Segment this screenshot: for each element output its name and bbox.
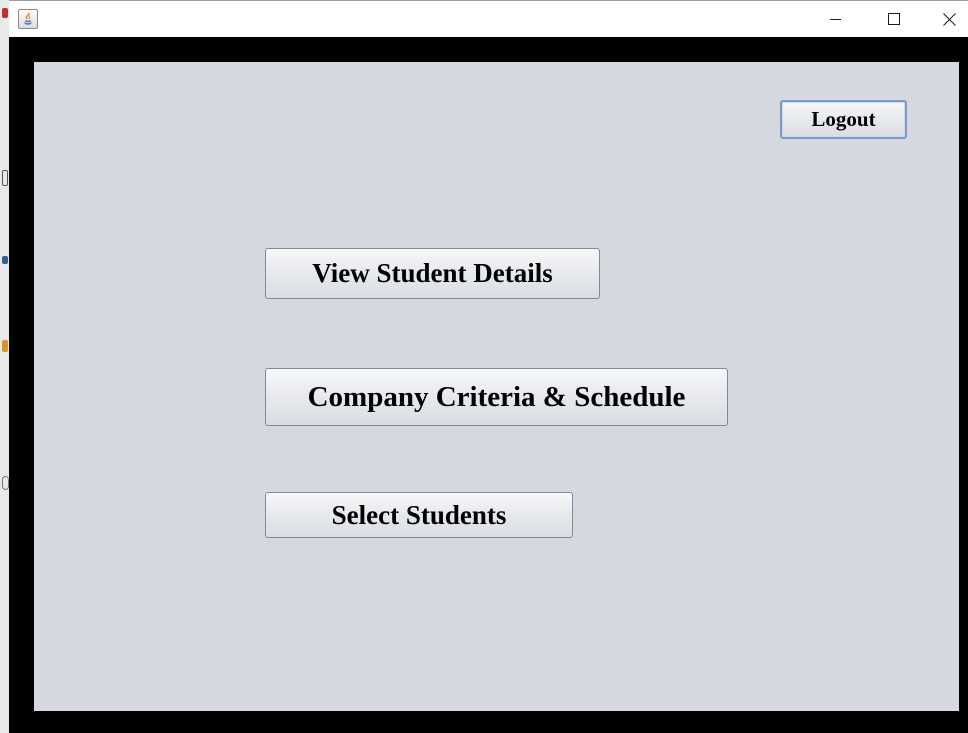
maximize-icon	[888, 13, 900, 25]
screen: Logout View Student Details Company Crit…	[0, 0, 968, 733]
java-icon	[18, 9, 38, 29]
app-window: Logout View Student Details Company Crit…	[9, 0, 968, 733]
background-app-mark	[2, 8, 8, 18]
logout-button[interactable]: Logout	[780, 100, 907, 139]
minimize-button[interactable]	[814, 1, 858, 37]
background-app-mark	[2, 476, 9, 490]
company-criteria-schedule-button[interactable]: Company Criteria & Schedule	[265, 368, 728, 426]
select-students-button[interactable]: Select Students	[265, 492, 573, 538]
close-button[interactable]	[930, 1, 968, 37]
main-panel: Logout View Student Details Company Crit…	[34, 62, 959, 711]
close-icon	[942, 12, 956, 26]
background-app-mark	[2, 340, 8, 352]
background-app-mark	[2, 170, 8, 186]
title-bar[interactable]	[9, 0, 968, 37]
minimize-icon	[830, 19, 841, 20]
view-student-details-button[interactable]: View Student Details	[265, 248, 600, 299]
maximize-button[interactable]	[872, 1, 916, 37]
background-app-mark	[2, 256, 8, 264]
